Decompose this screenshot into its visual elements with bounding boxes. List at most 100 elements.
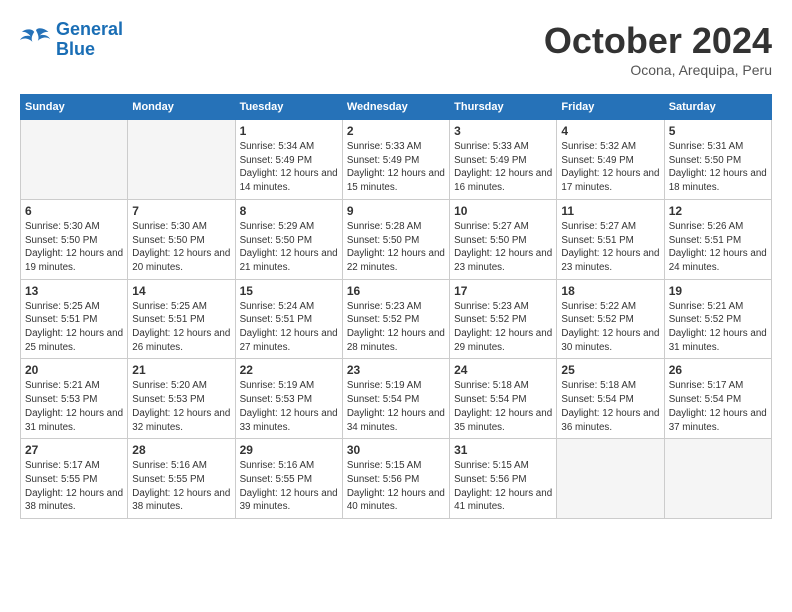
day-info: Sunrise: 5:18 AM Sunset: 5:54 PM Dayligh… [454,379,552,434]
header-day-friday: Friday [557,95,664,120]
calendar-cell: 27Sunrise: 5:17 AM Sunset: 5:55 PM Dayli… [21,439,128,519]
day-number: 3 [454,124,552,138]
calendar-cell [664,439,771,519]
day-info: Sunrise: 5:16 AM Sunset: 5:55 PM Dayligh… [240,459,338,514]
day-info: Sunrise: 5:23 AM Sunset: 5:52 PM Dayligh… [347,300,445,355]
day-number: 11 [561,204,659,218]
day-number: 19 [669,284,767,298]
calendar-week-row: 27Sunrise: 5:17 AM Sunset: 5:55 PM Dayli… [21,439,772,519]
day-info: Sunrise: 5:28 AM Sunset: 5:50 PM Dayligh… [347,220,445,275]
day-number: 12 [669,204,767,218]
day-number: 1 [240,124,338,138]
calendar-cell [557,439,664,519]
day-info: Sunrise: 5:15 AM Sunset: 5:56 PM Dayligh… [347,459,445,514]
calendar-cell: 17 Sunrise: 5:23 AM Sunset: 5:52 PM Dayli… [450,279,557,359]
calendar-table: SundayMondayTuesdayWednesdayThursdayFrid… [20,94,772,519]
day-number: 6 [25,204,123,218]
calendar-cell: 22 Sunrise: 5:19 AM Sunset: 5:53 PM Dayli… [235,359,342,439]
calendar-cell: 18 Sunrise: 5:22 AM Sunset: 5:52 PM Dayli… [557,279,664,359]
header-day-saturday: Saturday [664,95,771,120]
day-number: 31 [454,443,552,457]
day-number: 10 [454,204,552,218]
location-subtitle: Ocona, Arequipa, Peru [544,62,772,78]
calendar-week-row: 13 Sunrise: 5:25 AM Sunset: 5:51 PM Dayli… [21,279,772,359]
calendar-cell: 21 Sunrise: 5:20 AM Sunset: 5:53 PM Dayli… [128,359,235,439]
day-number: 24 [454,363,552,377]
page-header: General Blue October 2024 Ocona, Arequip… [20,20,772,78]
day-info: Sunrise: 5:27 AM Sunset: 5:50 PM Dayligh… [454,220,552,275]
day-number: 17 [454,284,552,298]
day-number: 22 [240,363,338,377]
header-day-monday: Monday [128,95,235,120]
day-info: Sunrise: 5:32 AM Sunset: 5:49 PM Dayligh… [561,140,659,195]
calendar-cell: 3 Sunrise: 5:33 AM Sunset: 5:49 PM Daylig… [450,120,557,200]
calendar-cell: 9 Sunrise: 5:28 AM Sunset: 5:50 PM Daylig… [342,199,449,279]
day-info: Sunrise: 5:15 AM Sunset: 5:56 PM Dayligh… [454,459,552,514]
calendar-week-row: 1Sunrise: 5:34 AM Sunset: 5:49 PM Daylig… [21,120,772,200]
day-info: Sunrise: 5:26 AM Sunset: 5:51 PM Dayligh… [669,220,767,275]
calendar-cell: 13 Sunrise: 5:25 AM Sunset: 5:51 PM Dayli… [21,279,128,359]
calendar-cell [21,120,128,200]
day-number: 26 [669,363,767,377]
day-info: Sunrise: 5:21 AM Sunset: 5:52 PM Dayligh… [669,300,767,355]
day-number: 28 [132,443,230,457]
calendar-header-row: SundayMondayTuesdayWednesdayThursdayFrid… [21,95,772,120]
day-number: 25 [561,363,659,377]
day-number: 9 [347,204,445,218]
day-info: Sunrise: 5:19 AM Sunset: 5:54 PM Dayligh… [347,379,445,434]
calendar-cell: 31 Sunrise: 5:15 AM Sunset: 5:56 PM Dayli… [450,439,557,519]
day-info: Sunrise: 5:21 AM Sunset: 5:53 PM Dayligh… [25,379,123,434]
day-number: 7 [132,204,230,218]
day-info: Sunrise: 5:25 AM Sunset: 5:51 PM Dayligh… [132,300,230,355]
day-number: 8 [240,204,338,218]
day-number: 20 [25,363,123,377]
calendar-cell: 10 Sunrise: 5:27 AM Sunset: 5:50 PM Dayli… [450,199,557,279]
day-info: Sunrise: 5:17 AM Sunset: 5:54 PM Dayligh… [669,379,767,434]
calendar-cell: 15Sunrise: 5:24 AM Sunset: 5:51 PM Dayli… [235,279,342,359]
header-day-wednesday: Wednesday [342,95,449,120]
day-info: Sunrise: 5:16 AM Sunset: 5:55 PM Dayligh… [132,459,230,514]
calendar-cell: 16Sunrise: 5:23 AM Sunset: 5:52 PM Dayli… [342,279,449,359]
day-info: Sunrise: 5:30 AM Sunset: 5:50 PM Dayligh… [25,220,123,275]
day-number: 14 [132,284,230,298]
calendar-cell: 28 Sunrise: 5:16 AM Sunset: 5:55 PM Dayli… [128,439,235,519]
header-day-sunday: Sunday [21,95,128,120]
month-title: October 2024 [544,20,772,62]
day-info: Sunrise: 5:20 AM Sunset: 5:53 PM Dayligh… [132,379,230,434]
calendar-cell: 29Sunrise: 5:16 AM Sunset: 5:55 PM Dayli… [235,439,342,519]
calendar-cell: 25 Sunrise: 5:18 AM Sunset: 5:54 PM Dayli… [557,359,664,439]
day-number: 18 [561,284,659,298]
calendar-cell: 5 Sunrise: 5:31 AM Sunset: 5:50 PM Daylig… [664,120,771,200]
calendar-cell: 6 Sunrise: 5:30 AM Sunset: 5:50 PM Daylig… [21,199,128,279]
day-number: 30 [347,443,445,457]
day-info: Sunrise: 5:33 AM Sunset: 5:49 PM Dayligh… [347,140,445,195]
day-info: Sunrise: 5:18 AM Sunset: 5:54 PM Dayligh… [561,379,659,434]
calendar-cell: 23 Sunrise: 5:19 AM Sunset: 5:54 PM Dayli… [342,359,449,439]
day-info: Sunrise: 5:33 AM Sunset: 5:49 PM Dayligh… [454,140,552,195]
day-number: 13 [25,284,123,298]
day-number: 5 [669,124,767,138]
calendar-cell: 26 Sunrise: 5:17 AM Sunset: 5:54 PM Dayli… [664,359,771,439]
day-info: Sunrise: 5:31 AM Sunset: 5:50 PM Dayligh… [669,140,767,195]
day-info: Sunrise: 5:19 AM Sunset: 5:53 PM Dayligh… [240,379,338,434]
day-info: Sunrise: 5:25 AM Sunset: 5:51 PM Dayligh… [25,300,123,355]
day-number: 21 [132,363,230,377]
logo-bird-icon [20,26,52,54]
header-day-tuesday: Tuesday [235,95,342,120]
logo: General Blue [20,20,123,60]
calendar-cell: 30 Sunrise: 5:15 AM Sunset: 5:56 PM Dayli… [342,439,449,519]
calendar-cell: 2Sunrise: 5:33 AM Sunset: 5:49 PM Daylig… [342,120,449,200]
calendar-cell: 11Sunrise: 5:27 AM Sunset: 5:51 PM Dayli… [557,199,664,279]
calendar-cell: 14 Sunrise: 5:25 AM Sunset: 5:51 PM Dayli… [128,279,235,359]
calendar-cell: 19 Sunrise: 5:21 AM Sunset: 5:52 PM Dayli… [664,279,771,359]
day-number: 4 [561,124,659,138]
day-number: 15 [240,284,338,298]
day-number: 23 [347,363,445,377]
day-info: Sunrise: 5:22 AM Sunset: 5:52 PM Dayligh… [561,300,659,355]
calendar-week-row: 20 Sunrise: 5:21 AM Sunset: 5:53 PM Dayli… [21,359,772,439]
title-section: October 2024 Ocona, Arequipa, Peru [544,20,772,78]
header-day-thursday: Thursday [450,95,557,120]
day-info: Sunrise: 5:23 AM Sunset: 5:52 PM Dayligh… [454,300,552,355]
calendar-cell: 4 Sunrise: 5:32 AM Sunset: 5:49 PM Daylig… [557,120,664,200]
day-info: Sunrise: 5:29 AM Sunset: 5:50 PM Dayligh… [240,220,338,275]
